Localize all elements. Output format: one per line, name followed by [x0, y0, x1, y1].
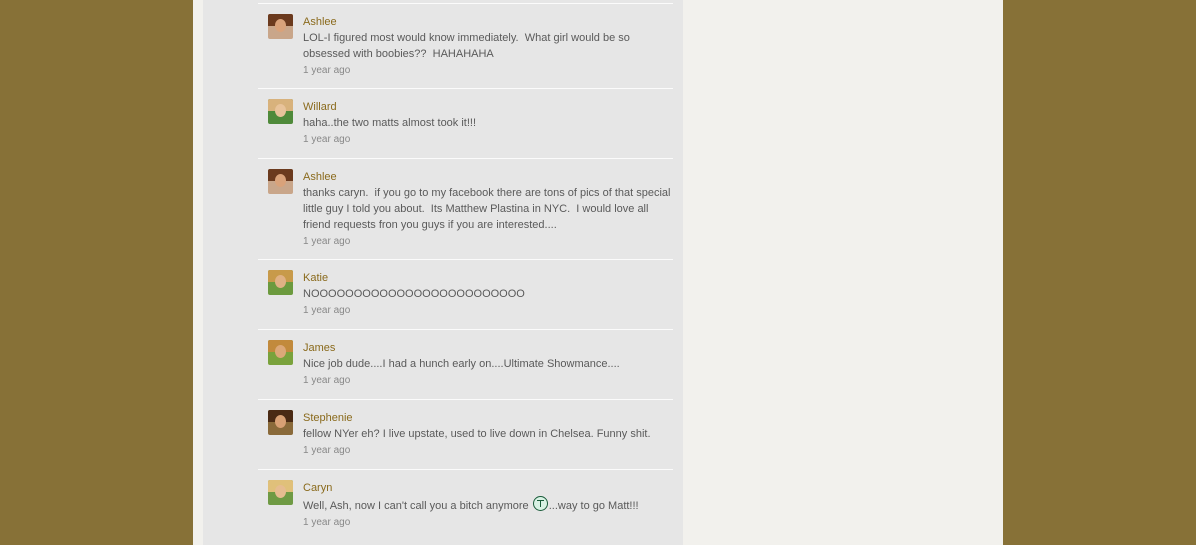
comment-author-link[interactable]: Ashlee [303, 169, 673, 185]
comment-timestamp: 1 year ago [303, 305, 351, 316]
avatar[interactable] [268, 340, 293, 365]
comment-timestamp: 1 year ago [303, 65, 351, 76]
comment-author-link[interactable]: Caryn [303, 480, 673, 496]
avatar[interactable] [268, 270, 293, 295]
comment-item: Ashlee LOL-I figured most would know imm… [258, 4, 673, 89]
comment-timestamp: 1 year ago [303, 445, 351, 456]
comment-text-after: ...way to go Matt!!! [548, 500, 639, 512]
comment-timestamp: 1 year ago [303, 517, 351, 528]
comment-text: LOL-I figured most would know immediatel… [303, 32, 633, 60]
comment-timestamp: 1 year ago [303, 375, 351, 386]
comment-text: haha..the two matts almost took it!!! [303, 117, 477, 129]
avatar[interactable] [268, 480, 293, 505]
comment-text: thanks caryn. if you go to my facebook t… [303, 187, 674, 231]
comment-author-link[interactable]: James [303, 340, 673, 356]
comment-text-before: Well, Ash, now I can't call you a bitch … [303, 500, 532, 512]
comment-item: Ashlee thanks caryn. if you go to my fac… [258, 159, 673, 260]
avatar[interactable] [268, 99, 293, 124]
comment-author-link[interactable]: Ashlee [303, 14, 673, 30]
comment-text: Nice job dude....I had a hunch early on.… [303, 358, 620, 370]
smiley-icon [532, 496, 548, 511]
comment-list: Ashlee LOL-I figured most would know imm… [258, 3, 673, 540]
comment-author-link[interactable]: Katie [303, 270, 673, 286]
comment-item: Caryn Well, Ash, now I can't call you a … [258, 470, 673, 540]
avatar[interactable] [268, 410, 293, 435]
comment-text: NOOOOOOOOOOOOOOOOOOOOOOOOO [303, 288, 525, 300]
comment-item: Stephenie fellow NYer eh? I live upstate… [258, 400, 673, 470]
page-container: Ashlee LOL-I figured most would know imm… [193, 0, 1003, 545]
comment-item: James Nice job dude....I had a hunch ear… [258, 330, 673, 400]
comment-item: Willard haha..the two matts almost took … [258, 89, 673, 159]
comment-author-link[interactable]: Willard [303, 99, 673, 115]
comments-column: Ashlee LOL-I figured most would know imm… [203, 0, 683, 545]
comment-timestamp: 1 year ago [303, 236, 351, 247]
comment-item: Katie NOOOOOOOOOOOOOOOOOOOOOOOOO 1 year … [258, 260, 673, 330]
comment-text: Well, Ash, now I can't call you a bitch … [303, 496, 673, 514]
comment-timestamp: 1 year ago [303, 134, 351, 145]
avatar[interactable] [268, 14, 293, 39]
comment-text: fellow NYer eh? I live upstate, used to … [303, 428, 651, 440]
avatar[interactable] [268, 169, 293, 194]
comment-author-link[interactable]: Stephenie [303, 410, 673, 426]
